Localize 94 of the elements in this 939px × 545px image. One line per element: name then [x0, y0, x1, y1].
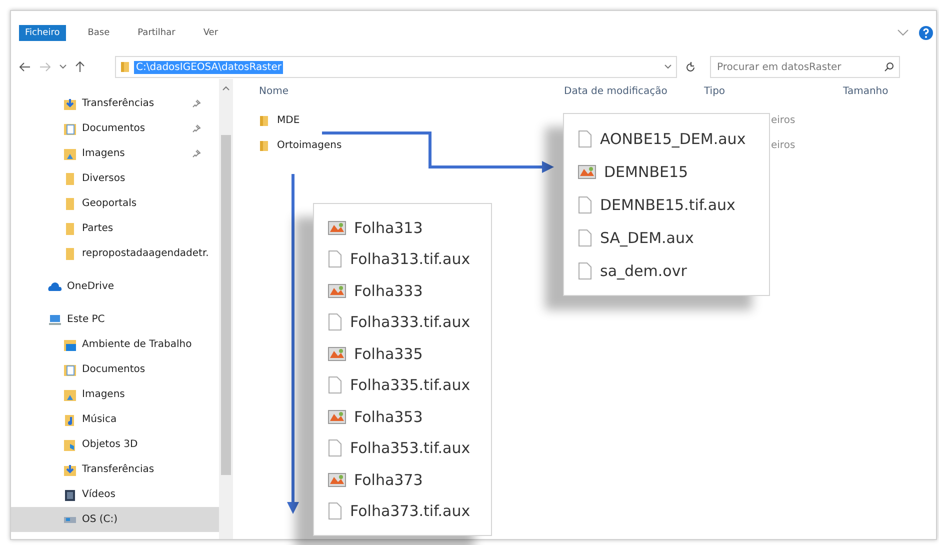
pictures-icon [63, 146, 77, 160]
cloud-icon [48, 280, 62, 294]
pin-icon[interactable] [192, 99, 201, 108]
folder-icon [259, 114, 269, 126]
image-file-icon [328, 346, 346, 361]
column-header[interactable]: Nome [259, 86, 564, 96]
chevron-down-icon[interactable] [664, 64, 672, 70]
desktop-folder-icon [63, 338, 77, 352]
file-icon [578, 262, 592, 280]
file-name[interactable]: Folha373.tif.aux [350, 502, 470, 520]
chevron-down-icon[interactable] [897, 29, 909, 37]
scroll-up-icon[interactable] [222, 85, 230, 91]
image-file-icon [328, 410, 346, 424]
image-file-icon [328, 472, 346, 487]
sidebar-item[interactable]: Vídeos [11, 482, 219, 507]
file-name[interactable]: Folha313.tif.aux [350, 250, 470, 268]
file-name[interactable]: DEMNBE15.tif.aux [600, 196, 736, 214]
download-folder-icon [63, 96, 77, 110]
pin-icon[interactable] [192, 149, 201, 158]
sidebar-item[interactable]: Música [11, 407, 219, 432]
download-folder-icon [63, 462, 77, 476]
file-icon [328, 502, 342, 520]
sidebar-item[interactable]: repropostadaagendadetr. [11, 241, 219, 266]
image-file-icon [328, 220, 346, 235]
file-name[interactable]: Folha353.tif.aux [350, 439, 470, 458]
documents-icon [63, 122, 77, 136]
file-icon [328, 313, 342, 332]
file-icon [328, 376, 342, 394]
table-cell: eiros [771, 115, 796, 126]
search-icon[interactable] [884, 62, 894, 72]
folder-row[interactable]: MDE [259, 114, 300, 126]
folder-icon [63, 246, 77, 260]
sidebar-item[interactable]: Documentos [11, 116, 219, 141]
address-path: C:\dadosIGEOSA\datosRaster [134, 60, 284, 74]
sidebar-item[interactable]: Documentos [11, 357, 219, 382]
folder-icon [63, 222, 77, 236]
file-name[interactable]: Folha353 [354, 408, 423, 426]
up-button[interactable] [75, 61, 85, 73]
sidebar-item[interactable]: Geoportals [11, 191, 219, 216]
file-name[interactable]: AONBE15_DEM.aux [600, 130, 746, 148]
sidebar-item[interactable]: OneDrive [11, 274, 219, 299]
file-name[interactable]: sa_dem.ovr [600, 262, 687, 280]
file-name[interactable]: Folha335 [354, 344, 423, 363]
sidebar-item[interactable]: Ambiente de Trabalho [11, 332, 219, 357]
help-icon[interactable] [919, 26, 933, 40]
sidebar-item[interactable]: Imagens [11, 382, 219, 407]
cube-folder-icon [63, 438, 77, 452]
refresh-icon[interactable] [685, 62, 696, 72]
column-header[interactable]: Data de modificação [564, 86, 704, 96]
sidebar-item[interactable]: OS (C:) [11, 507, 219, 532]
table-cell: eiros [771, 140, 796, 151]
sidebar-item[interactable]: Transferências [11, 91, 219, 116]
ribbon-tab[interactable]: Ficheiro [19, 25, 66, 41]
computer-icon [48, 312, 62, 326]
sidebar-item[interactable]: Partes [11, 216, 219, 241]
file-name[interactable]: Folha333.tif.aux [350, 313, 470, 332]
music-icon [63, 412, 77, 426]
folder-row[interactable]: Ortoimagens [259, 140, 342, 152]
pin-icon[interactable] [192, 124, 201, 133]
recent-locations-button[interactable] [59, 64, 67, 70]
file-icon [328, 250, 342, 268]
scrollbar-thumb[interactable] [221, 135, 231, 475]
sidebar-item[interactable]: Imagens [11, 141, 219, 166]
search-field[interactable]: Procurar em datosRaster [710, 56, 900, 78]
image-file-icon [328, 284, 346, 298]
sidebar-item[interactable]: Diversos [11, 166, 219, 191]
scrollbar[interactable] [219, 79, 233, 539]
folder-icon [63, 196, 77, 210]
file-name[interactable]: Folha373 [354, 470, 423, 489]
video-icon [63, 488, 77, 502]
file-icon [578, 228, 592, 246]
documents-icon [63, 362, 77, 376]
folder-icon [259, 140, 269, 152]
ribbon-tab[interactable]: Partilhar [132, 25, 182, 41]
file-name[interactable]: DEMNBE15 [604, 162, 688, 180]
column-header[interactable]: Tamanho [843, 86, 936, 96]
sidebar-item[interactable]: Transferências [11, 457, 219, 482]
file-name[interactable]: Folha333 [354, 282, 423, 300]
column-header[interactable]: Tipo [704, 86, 843, 96]
sidebar-item[interactable]: Este PC [11, 307, 219, 332]
sidebar-item[interactable]: Objetos 3D [11, 432, 219, 457]
file-icon [328, 439, 342, 458]
file-name[interactable]: Folha313 [354, 218, 423, 237]
back-button[interactable] [19, 62, 31, 72]
file-icon [578, 130, 592, 148]
ribbon-tab[interactable]: Ver [197, 25, 224, 41]
ribbon-tab[interactable]: Base [82, 25, 116, 41]
folder-icon [120, 61, 130, 73]
image-file-icon [578, 164, 596, 178]
file-name[interactable]: Folha335.tif.aux [350, 376, 470, 394]
folder-icon [63, 172, 77, 186]
file-icon [578, 196, 592, 214]
file-name[interactable]: SA_DEM.aux [600, 228, 694, 246]
pictures-icon [63, 388, 77, 402]
